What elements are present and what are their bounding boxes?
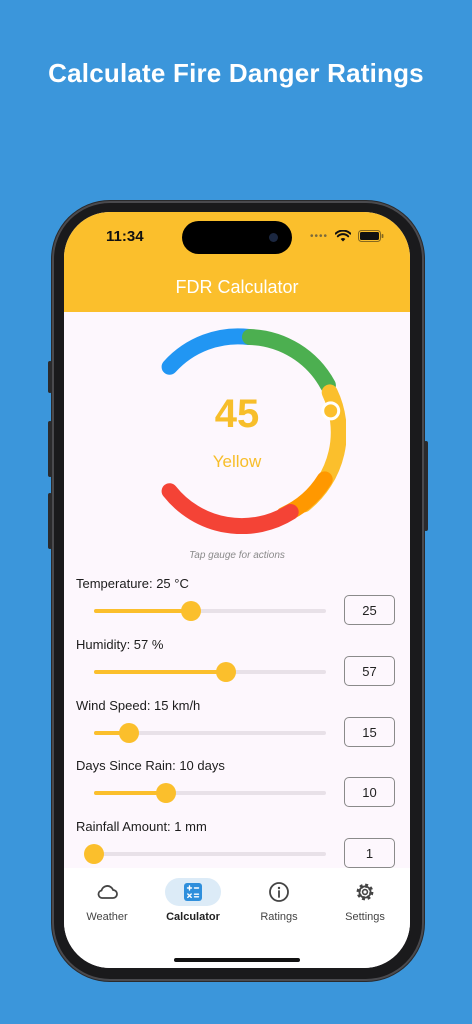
temperature-input[interactable]: 25 xyxy=(344,595,395,625)
days-since-rain-slider-thumb[interactable] xyxy=(155,783,176,803)
humidity-input[interactable]: 57 xyxy=(344,656,395,686)
wind-speed-slider[interactable] xyxy=(94,723,326,743)
humidity-label: Humidity: 57 % xyxy=(76,637,164,652)
phone-frame: 11:34 •••• FDR Calculator 45 Yellow Tap … xyxy=(48,201,428,981)
cloud-icon xyxy=(97,885,118,899)
nav-label-settings: Settings xyxy=(345,911,385,923)
temperature-slider-thumb[interactable] xyxy=(181,601,202,621)
humidity-slider[interactable] xyxy=(94,662,326,682)
app-title: FDR Calculator xyxy=(175,277,299,297)
screen: 11:34 •••• FDR Calculator 45 Yellow Tap … xyxy=(64,212,410,968)
nav-ratings[interactable]: Ratings xyxy=(236,878,322,923)
side-button-action xyxy=(48,361,52,393)
gauge-segment-green xyxy=(242,329,336,394)
gauge-hint: Tap gauge for actions xyxy=(189,550,285,561)
headline: Calculate Fire Danger Ratings xyxy=(48,58,424,88)
wifi-icon xyxy=(335,230,351,242)
gauge-segment-blue xyxy=(161,328,257,375)
info-icon xyxy=(269,882,289,902)
side-button-power xyxy=(424,441,428,531)
nav-label-ratings: Ratings xyxy=(260,911,298,923)
rainfall-amount-label: Rainfall Amount: 1 mm xyxy=(76,819,207,834)
nav-settings[interactable]: Settings xyxy=(322,878,408,923)
battery-icon xyxy=(358,230,384,242)
days-since-rain-input[interactable]: 10 xyxy=(344,777,395,807)
days-since-rain-slider[interactable] xyxy=(94,783,326,803)
temperature-label: Temperature: 25 °C xyxy=(76,576,189,591)
signal-icon: •••• xyxy=(309,230,328,242)
app-bar: 11:34 •••• FDR Calculator xyxy=(64,212,410,312)
side-button-volume-up xyxy=(48,421,52,477)
wind-speed-input[interactable]: 15 xyxy=(344,717,395,747)
temperature-slider-fill xyxy=(94,609,192,613)
nav-label-calculator: Calculator xyxy=(166,911,220,923)
days-since-rain-label: Days Since Rain: 10 days xyxy=(76,758,225,773)
bottom-navigation: Weather Calculator Ratings Settings xyxy=(64,868,410,968)
status-icons: •••• xyxy=(310,229,384,243)
side-button-volume-down xyxy=(48,493,52,549)
home-indicator xyxy=(174,958,300,962)
gear-icon xyxy=(356,883,374,901)
wind-speed-label: Wind Speed: 15 km/h xyxy=(76,698,201,713)
nav-weather[interactable]: Weather xyxy=(64,878,150,923)
gauge-value: 45 xyxy=(214,392,260,436)
rainfall-amount-slider-thumb[interactable] xyxy=(84,844,104,864)
rainfall-amount-input[interactable]: 1 xyxy=(344,838,395,868)
dynamic-island xyxy=(182,221,292,254)
wind-speed-slider-thumb[interactable] xyxy=(118,723,139,743)
humidity-slider-fill xyxy=(94,670,227,674)
status-time: 11:34 xyxy=(106,228,144,245)
humidity-slider-thumb[interactable] xyxy=(216,662,237,682)
temperature-slider[interactable] xyxy=(94,601,326,621)
rainfall-amount-slider[interactable] xyxy=(84,844,326,864)
nav-calculator[interactable]: Calculator xyxy=(150,878,236,923)
gauge-rating-label: Yellow xyxy=(212,452,262,471)
gauge-segment-red xyxy=(161,483,299,534)
nav-label-weather: Weather xyxy=(86,911,128,923)
calculator-icon xyxy=(184,883,202,901)
